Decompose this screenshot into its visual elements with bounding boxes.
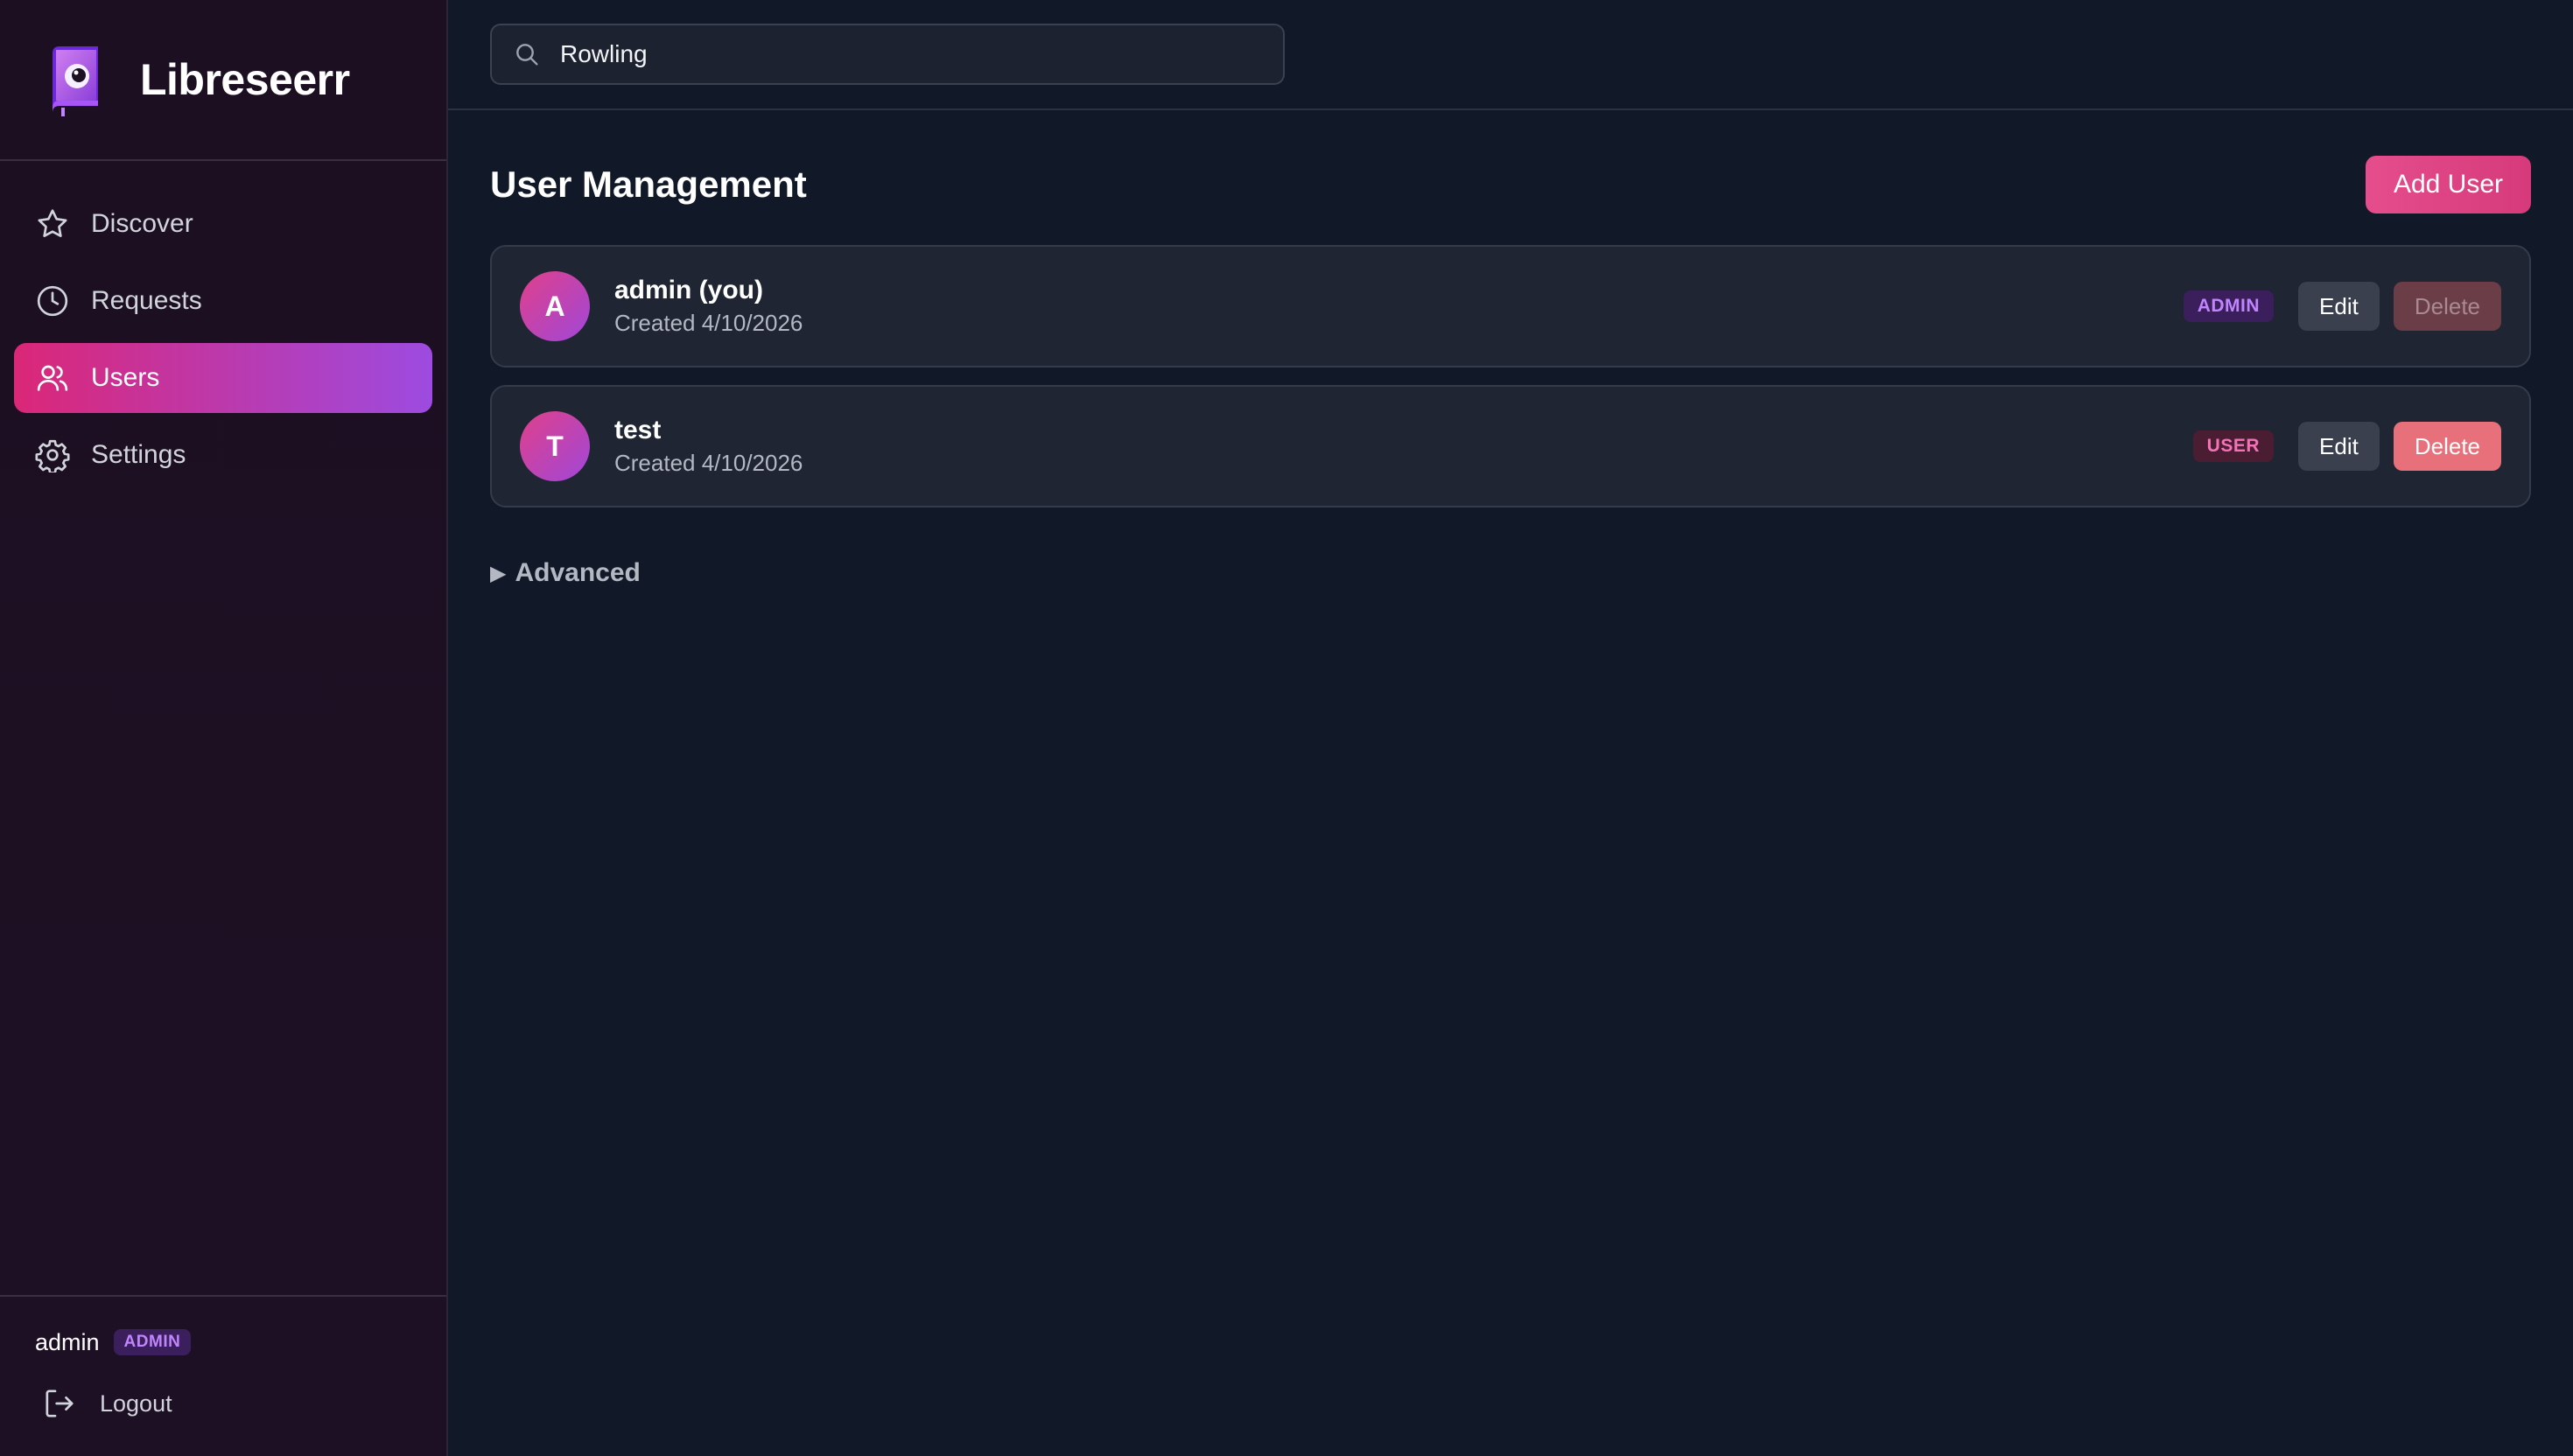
app-name: Libreseerr	[140, 55, 350, 104]
page-content: User Management Add User A admin (you) C…	[448, 110, 2573, 588]
role-badge: ADMIN	[2183, 290, 2275, 322]
app-root: Libreseerr Discover Requests Users Setti…	[0, 0, 2573, 1456]
advanced-toggle[interactable]: ▶ Advanced	[490, 558, 2531, 588]
sidebar-item-requests[interactable]: Requests	[14, 266, 432, 336]
user-list: A admin (you) Created 4/10/2026 ADMIN Ed…	[490, 245, 2531, 508]
sidebar: Libreseerr Discover Requests Users Setti…	[0, 0, 448, 1456]
search-input[interactable]	[560, 40, 1260, 68]
user-row: T test Created 4/10/2026 USER Edit Delet…	[490, 385, 2531, 508]
page-header: User Management Add User	[490, 154, 2531, 215]
search-box[interactable]	[490, 24, 1285, 85]
sidebar-item-settings[interactable]: Settings	[14, 420, 432, 490]
user-created-date: Created 4/10/2026	[614, 450, 803, 476]
book-eye-logo-icon	[44, 43, 107, 116]
star-icon	[35, 206, 70, 242]
sidebar-footer: admin ADMIN Logout	[0, 1295, 446, 1456]
user-created-date: Created 4/10/2026	[614, 310, 803, 336]
user-name: test	[614, 416, 662, 444]
gear-icon	[35, 438, 70, 472]
logout-button[interactable]: Logout	[42, 1384, 446, 1423]
sidebar-nav: Discover Requests Users Settings	[0, 161, 446, 497]
delete-user-button[interactable]: Delete	[2393, 422, 2501, 471]
current-username: admin	[35, 1328, 100, 1355]
sidebar-item-discover[interactable]: Discover	[14, 189, 432, 259]
triangle-right-icon: ▶	[490, 561, 507, 585]
user-row: A admin (you) Created 4/10/2026 ADMIN Ed…	[490, 245, 2531, 368]
sidebar-item-label: Discover	[91, 209, 193, 238]
delete-user-button[interactable]: Delete	[2393, 282, 2501, 331]
sidebar-item-label: Users	[91, 363, 160, 392]
user-name: admin (you)	[614, 276, 763, 304]
add-user-button[interactable]: Add User	[2365, 156, 2531, 214]
edit-user-button[interactable]: Edit	[2298, 422, 2380, 471]
edit-user-button[interactable]: Edit	[2298, 282, 2380, 331]
role-badge: USER	[2192, 430, 2275, 462]
users-icon	[35, 360, 70, 396]
user-actions: USER Edit Delete	[2192, 422, 2501, 471]
user-actions: ADMIN Edit Delete	[2183, 282, 2501, 331]
user-info: admin (you) Created 4/10/2026	[614, 275, 2184, 338]
sidebar-item-label: Requests	[91, 286, 202, 315]
avatar: T	[520, 411, 590, 481]
current-user: admin ADMIN	[35, 1326, 446, 1358]
advanced-label: Advanced	[515, 558, 641, 587]
brand[interactable]: Libreseerr	[0, 0, 446, 161]
logout-label: Logout	[100, 1390, 172, 1417]
logout-icon	[42, 1386, 77, 1421]
sidebar-item-label: Settings	[91, 440, 186, 469]
search-icon	[513, 40, 541, 68]
sidebar-item-users[interactable]: Users	[14, 343, 432, 413]
role-badge: ADMIN	[113, 1329, 192, 1355]
main-area: User Management Add User A admin (you) C…	[448, 0, 2573, 1456]
user-info: test Created 4/10/2026	[614, 415, 2193, 478]
page-title: User Management	[490, 164, 807, 205]
clock-icon	[35, 284, 70, 318]
avatar: A	[520, 271, 590, 341]
top-bar	[448, 0, 2573, 110]
